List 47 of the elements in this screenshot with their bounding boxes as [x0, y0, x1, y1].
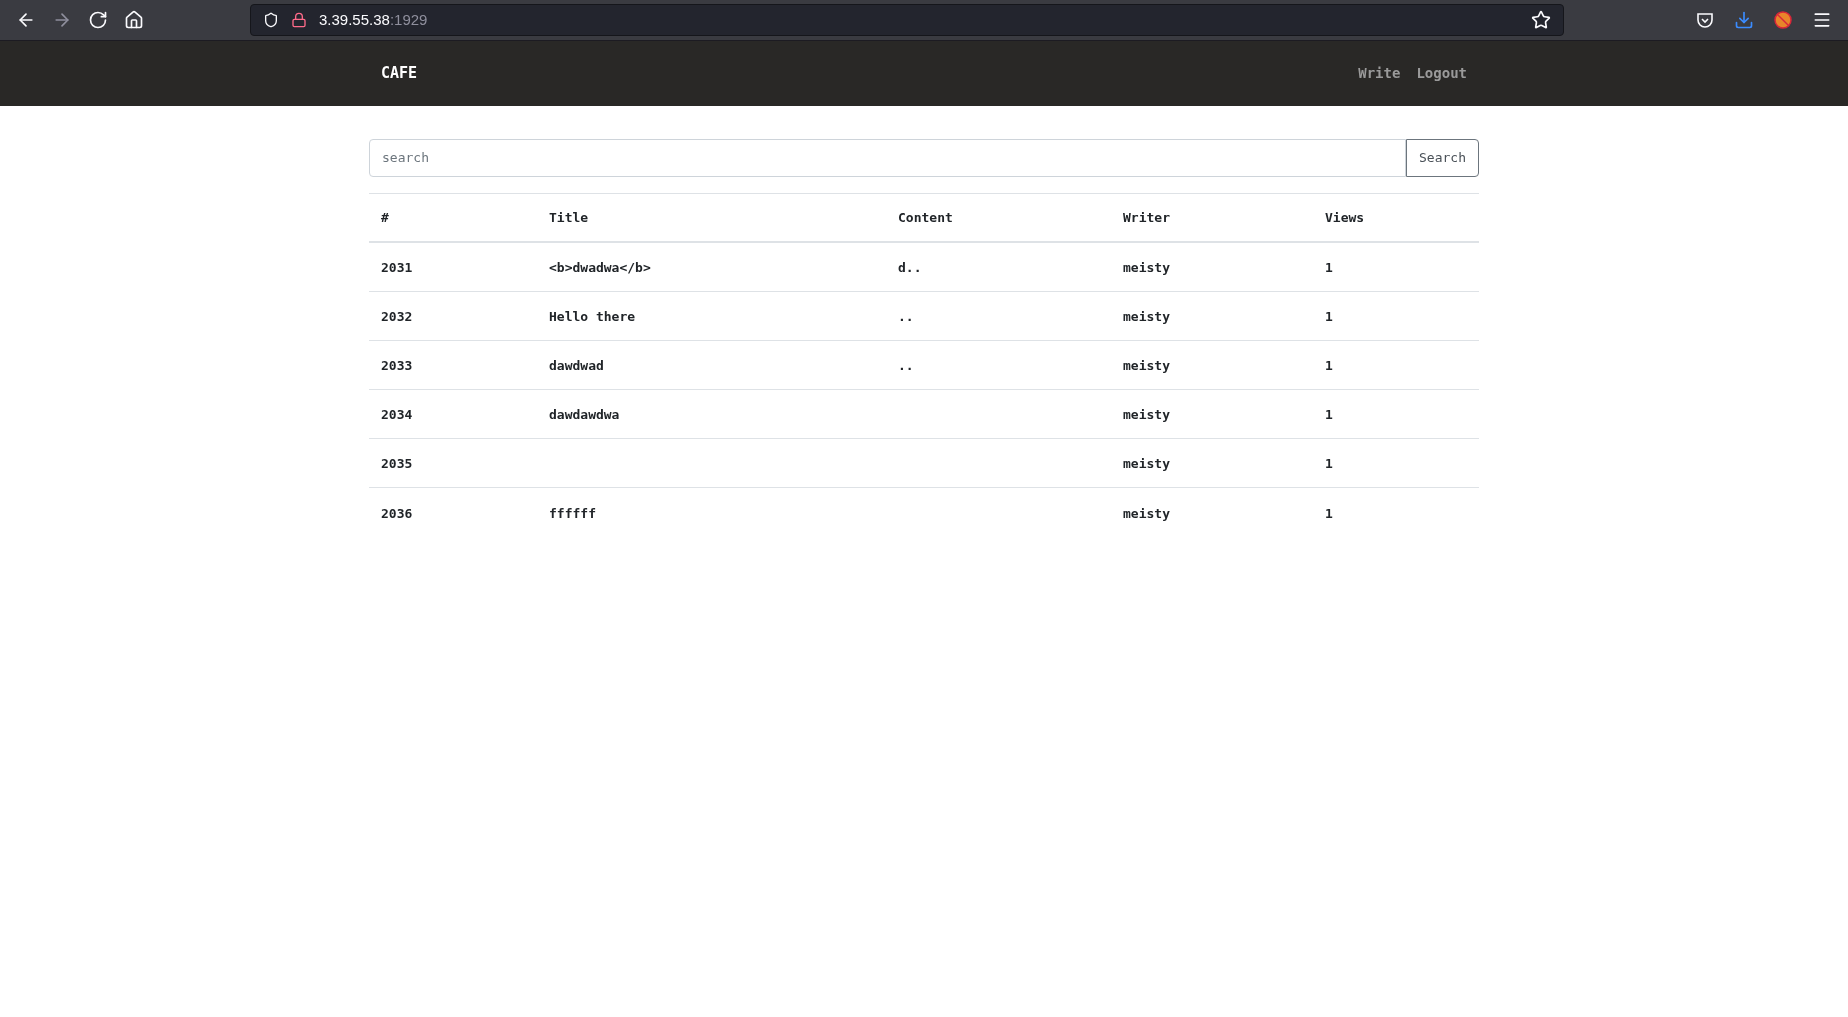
- address-bar[interactable]: 3.39.55.38:1929: [250, 4, 1564, 36]
- table-cell: ..: [898, 358, 914, 373]
- table-cell: <b>dwadwa</b>: [549, 260, 651, 275]
- table-cell: meisty: [1123, 456, 1170, 471]
- column-header: Writer: [1123, 208, 1170, 227]
- extension-icon[interactable]: [1774, 11, 1792, 29]
- menu-icon[interactable]: [1812, 10, 1832, 30]
- table-cell: 1: [1325, 309, 1333, 324]
- table-cell: 1: [1325, 505, 1333, 521]
- table-cell: 2032: [381, 309, 413, 324]
- table-cell: 2035: [381, 456, 413, 471]
- table-cell: meisty: [1123, 358, 1170, 373]
- nav-link[interactable]: Write: [1358, 63, 1401, 84]
- table-cell: meisty: [1123, 260, 1170, 275]
- reload-icon[interactable]: [88, 10, 108, 30]
- table-cell: 1: [1325, 260, 1333, 275]
- column-header: Title: [549, 208, 589, 227]
- pocket-icon[interactable]: [1696, 11, 1714, 29]
- table-cell: 1: [1325, 358, 1333, 373]
- column-header: Views: [1325, 208, 1365, 227]
- table-cell: d..: [898, 260, 922, 275]
- table-cell: 1: [1325, 407, 1333, 422]
- table-cell: meisty: [1123, 407, 1170, 422]
- table-cell: 2031: [381, 260, 413, 275]
- column-header: #: [381, 208, 389, 227]
- column-header: Content: [898, 208, 953, 227]
- url-text: 3.39.55.38:1929: [319, 9, 428, 30]
- table-cell: dawdwad: [549, 358, 604, 373]
- table-cell: 2033: [381, 358, 413, 373]
- search-button[interactable]: Search: [1406, 139, 1479, 177]
- table-cell: ffffff: [549, 505, 596, 521]
- bookmark-star-icon[interactable]: [1531, 10, 1551, 30]
- brand-logo[interactable]: CAFE: [381, 62, 418, 85]
- table-cell: meisty: [1123, 505, 1170, 521]
- table-cell: Hello there: [549, 309, 636, 324]
- table-cell: 2036: [381, 505, 413, 521]
- table-cell: dawdawdwa: [549, 407, 620, 422]
- lock-icon[interactable]: [291, 12, 307, 28]
- download-icon[interactable]: [1734, 10, 1754, 30]
- table-cell: meisty: [1123, 309, 1170, 324]
- shield-icon[interactable]: [263, 12, 279, 28]
- table-cell: ..: [898, 309, 914, 324]
- nav-link[interactable]: Logout: [1416, 63, 1467, 84]
- search-field[interactable]: search: [369, 139, 1407, 177]
- table-cell: 2034: [381, 407, 413, 422]
- table-cell: 1: [1325, 456, 1333, 471]
- home-icon[interactable]: [124, 10, 144, 30]
